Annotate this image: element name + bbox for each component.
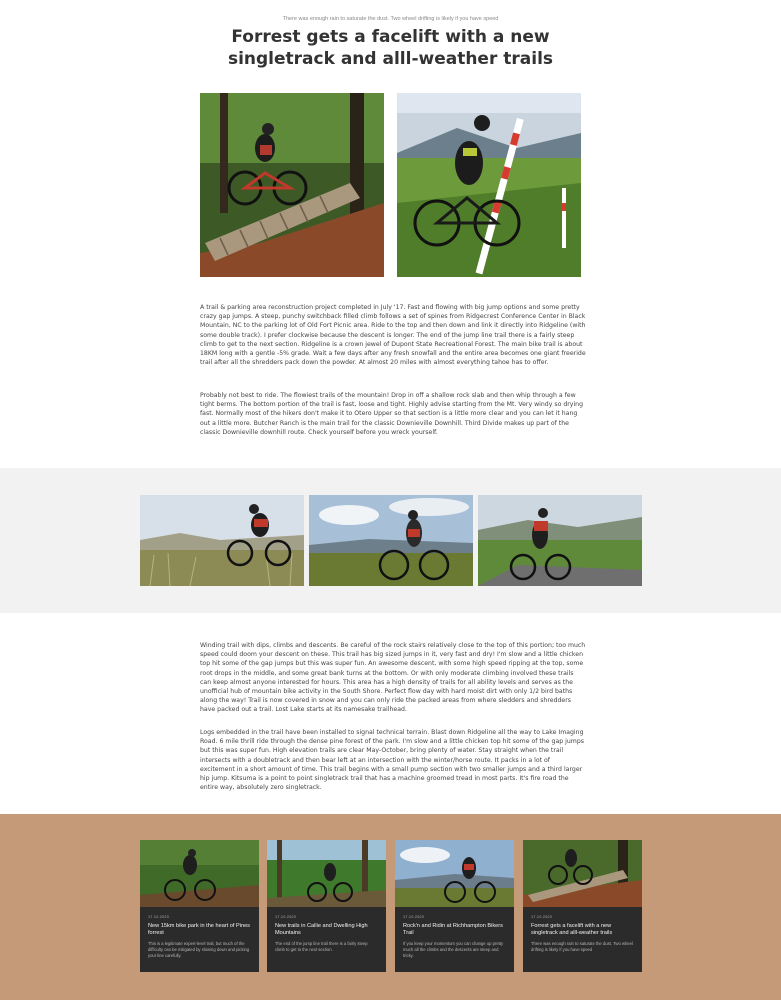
related-post-title[interactable]: Rock'n and Ridin at Richhampton Bikers T… — [403, 923, 506, 937]
related-post-card[interactable]: 17.10.2020 Rock'n and Ridin at Richhampt… — [395, 840, 514, 972]
related-post-date: 17.10.2020 — [403, 915, 425, 919]
gallery-photo-field-rider — [309, 495, 473, 586]
related-post-date: 17.10.2020 — [275, 915, 297, 919]
related-post-excerpt: This is a legitimate expert-level trail,… — [148, 941, 250, 958]
article-page: There was enough rain to saturate the du… — [0, 0, 781, 1000]
related-post-card[interactable]: 17.10.2020 New trails in Callie and Dwel… — [267, 840, 386, 972]
related-post-title[interactable]: New 15km bike park in the heart of Pines… — [148, 923, 251, 937]
related-post-date: 17.10.2020 — [148, 915, 170, 919]
related-post-thumbnail[interactable] — [267, 840, 386, 907]
related-post-excerpt: There was enough rain to saturate the du… — [531, 941, 633, 952]
article-paragraph: Probably not best to ride. The flowiest … — [200, 392, 584, 436]
related-post-thumbnail[interactable] — [395, 840, 514, 907]
article-paragraph: Logs embedded in the trail have been ins… — [200, 729, 584, 792]
gallery-photo-grass-rider — [140, 495, 304, 586]
article-paragraph: Winding trail with dips, climbs and desc… — [200, 642, 586, 714]
related-posts-band — [0, 814, 781, 1000]
related-post-excerpt: The end of the jump line trail there is … — [275, 941, 368, 952]
related-post-thumbnail[interactable] — [523, 840, 642, 907]
related-post-thumbnail[interactable] — [140, 840, 259, 907]
related-post-title[interactable]: Forrest gets a facelift with a new singl… — [531, 923, 634, 937]
article-title: Forrest gets a facelift with a new singl… — [227, 27, 554, 69]
article-paragraph: A trail & parking area reconstruction pr… — [200, 304, 586, 367]
related-post-card[interactable]: 17.10.2020 Forrest gets a facelift with … — [523, 840, 642, 972]
related-post-title[interactable]: New trails in Callie and Dwelling High M… — [275, 923, 378, 937]
hero-photo-road-bike — [397, 93, 581, 277]
related-post-card[interactable]: 17.10.2020 New 15km bike park in the hea… — [140, 840, 259, 972]
related-post-excerpt: If you keep your momentum you can change… — [403, 941, 504, 958]
gallery-photo-road-rider — [478, 495, 642, 586]
hero-photo-forest-ramp — [200, 93, 384, 277]
related-post-date: 17.10.2020 — [531, 915, 553, 919]
article-subtitle: There was enough rain to saturate the du… — [282, 16, 499, 22]
